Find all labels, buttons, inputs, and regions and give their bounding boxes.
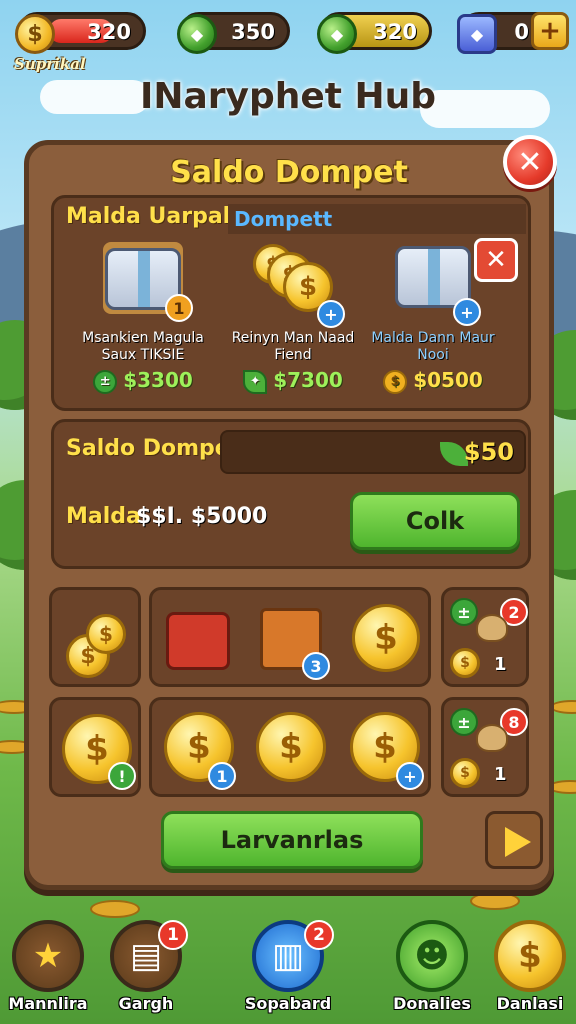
offer-name: Malda Dann Maur Nooi	[371, 330, 495, 363]
nav-label: Sopabard	[244, 994, 332, 1013]
offers-subtitle: Dompett	[228, 204, 526, 234]
green-creature-icon: ☻	[396, 920, 468, 992]
offer-badge: +	[453, 298, 481, 326]
chest-icon: 1	[103, 242, 193, 322]
coin-badge: 1	[208, 762, 236, 790]
offers-title: Malda Uarpah	[66, 204, 239, 229]
offer-price: ✦ $7300	[218, 368, 368, 394]
offer-card[interactable]: 1 Msankien Magula Saux TIKSIE ± $3300	[68, 242, 218, 402]
energy-value: 320	[373, 20, 417, 44]
grid-cell-coins[interactable]: $ $	[49, 587, 141, 687]
offer-card[interactable]: + Malda Dann Maur Nooi $ $0500	[358, 242, 508, 402]
nav-item-donalies[interactable]: ☻ Donalies	[390, 920, 474, 1020]
green-coin-icon: ±	[450, 708, 478, 736]
nav-badge: 2	[304, 920, 334, 950]
leaf-icon: ✦	[243, 369, 268, 394]
malda-label: Malda	[66, 504, 141, 529]
shield-resource[interactable]: ◆ 0 +	[457, 12, 569, 54]
green-coin-icon: ±	[93, 369, 118, 394]
creature-icon	[476, 724, 508, 752]
star-icon: ★	[12, 920, 84, 992]
gold-label: Suprikal	[14, 55, 86, 73]
offer-badge: 1	[165, 294, 193, 322]
nav-label: Danlasi	[496, 994, 564, 1013]
balance-value: $50	[463, 438, 514, 466]
gold-coin-icon: $	[450, 758, 480, 788]
nav-label: Mannlira	[8, 994, 88, 1013]
creature-icon	[476, 614, 508, 642]
shield-value: 0	[514, 20, 529, 44]
balance-section: Saldo Dompett $50 Malda $$I. $5000 Colk	[51, 419, 531, 569]
larvanrlas-button-label: Larvanrlas	[220, 826, 364, 854]
close-icon: ✕	[517, 144, 543, 180]
dollar-coin-icon: $	[494, 920, 566, 992]
panel-title: Saldo Dompet	[170, 155, 408, 190]
gem-resource[interactable]: ◆ 350	[177, 12, 290, 54]
coin-stack-icon: $ $ $ +	[253, 242, 345, 328]
balance-display: $50	[220, 430, 526, 474]
green-gem-icon: ◆	[177, 14, 217, 54]
nav-item-mannlira[interactable]: ★ Mannlira	[6, 920, 90, 1020]
colk-button-label: Colk	[405, 507, 465, 535]
treasure-chest-icon	[166, 612, 230, 670]
offer-card[interactable]: $ $ $ + Reinyn Man Naad Fiend ✦$7300	[218, 242, 368, 402]
offer-price: $ $0500	[358, 368, 508, 394]
nav-badge: 1	[158, 920, 188, 950]
nav-label: Donalies	[393, 994, 471, 1013]
offer-name: Msankien Magula Saux TIKSIE	[82, 330, 204, 363]
nav-item-gargh[interactable]: ▤ 1 Gargh	[104, 920, 188, 1020]
gold-value: 320	[87, 20, 131, 44]
coin-badge: !	[108, 762, 136, 790]
grid-cell-side[interactable]: ± 2 $ 1	[441, 587, 529, 687]
nav-item-danlasi[interactable]: $ Danlasi	[488, 920, 572, 1020]
next-arrow-button[interactable]	[485, 811, 543, 869]
add-resource-button[interactable]: +	[531, 12, 569, 50]
chest-icon: +	[393, 242, 481, 326]
gift-badge: 3	[302, 652, 330, 680]
side-count: 1	[494, 764, 507, 785]
green-coin-icon: ±	[450, 598, 478, 626]
green-gem-coin-icon: ◆	[317, 14, 357, 54]
grid-cell-coins-row[interactable]: $ 1 $ $ +	[149, 697, 431, 797]
grid-cell-coin[interactable]: $ !	[49, 697, 141, 797]
blue-shield-icon: ◆	[457, 14, 497, 54]
offer-price: ± $3300	[68, 368, 218, 394]
wallet-panel: Saldo Dompet ✕ Malda Uarpah Dompett ✕ 1 …	[24, 135, 557, 890]
grid-cell-side[interactable]: ± 8 $ 1	[441, 697, 529, 797]
larvanrlas-button[interactable]: Larvanrlas	[161, 811, 423, 869]
offer-name: Reinyn Man Naad Fiend	[231, 330, 355, 363]
side-count: 1	[494, 654, 507, 675]
gold-coin-icon: $	[450, 648, 480, 678]
malda-value: $$I. $5000	[136, 504, 268, 529]
resource-bar: $ 320 ◆ 350 ◆ 320 ◆ 0 + Suprikal	[8, 8, 569, 73]
offer-badge: +	[317, 300, 345, 328]
gem-value: 350	[231, 20, 275, 44]
close-panel-button[interactable]: ✕	[503, 135, 557, 189]
nav-label: Gargh	[118, 994, 174, 1013]
hub-title: INaryphet Hub	[139, 76, 437, 117]
offers-section: Malda Uarpah Dompett ✕ 1 Msankien Magula…	[51, 195, 531, 411]
gold-resource[interactable]: $ 320	[15, 12, 146, 54]
gold-coin-icon: $	[383, 369, 408, 394]
coin-badge: +	[396, 762, 424, 790]
grid-cell-treasure[interactable]: 3 $	[149, 587, 431, 687]
energy-resource[interactable]: ◆ 320	[317, 12, 432, 54]
nav-item-sopabard[interactable]: ▥ 2 Sopabard	[245, 920, 334, 1020]
gold-coin-icon: $	[15, 14, 55, 54]
colk-button[interactable]: Colk	[350, 492, 520, 550]
plus-icon: +	[539, 16, 561, 46]
